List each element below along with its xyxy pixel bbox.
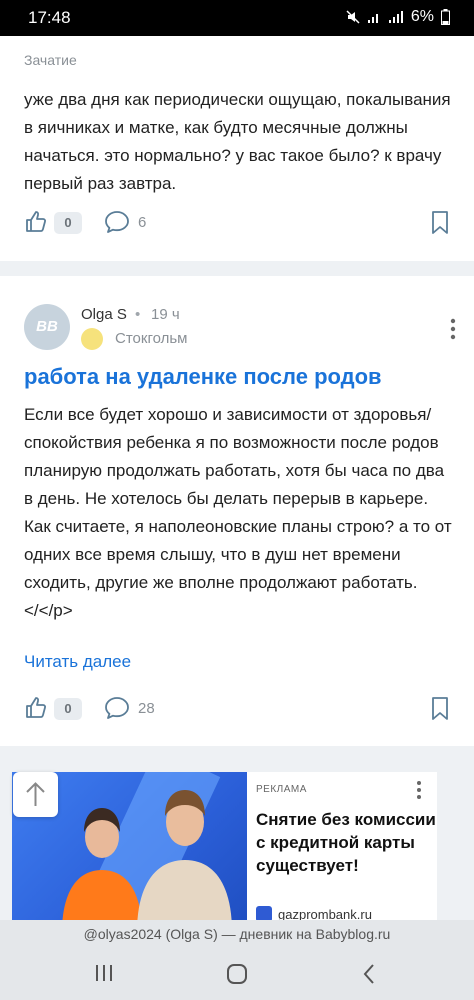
post-title[interactable]: работа на удаленке после родов xyxy=(24,364,382,390)
back-icon[interactable] xyxy=(362,963,376,985)
post-card: Зачатие уже два дня как периодически ощу… xyxy=(0,36,474,261)
home-icon[interactable] xyxy=(226,963,248,985)
arrow-up-icon xyxy=(26,782,45,806)
ad-banner[interactable]: РЕКЛАМА Снятие без комиссии с кредитной … xyxy=(12,772,437,932)
status-icons: 6% xyxy=(346,8,450,26)
signal-icon xyxy=(388,11,403,23)
separator-dot: • xyxy=(135,306,141,323)
like-icon[interactable] xyxy=(24,696,48,720)
comment-count[interactable]: 6 xyxy=(138,214,146,231)
like-count[interactable]: 0 xyxy=(54,212,82,234)
recent-apps-icon[interactable] xyxy=(94,964,114,982)
battery-icon xyxy=(441,9,450,25)
author-name[interactable]: Olga S xyxy=(81,306,127,323)
ad-person-woman xyxy=(62,808,142,932)
system-nav-bar xyxy=(0,948,474,1000)
comment-count[interactable]: 28 xyxy=(138,700,155,717)
user-badge-icon xyxy=(81,328,103,350)
bookmark-icon[interactable] xyxy=(430,696,450,722)
like-count[interactable]: 0 xyxy=(54,698,82,720)
bookmark-icon[interactable] xyxy=(430,210,450,236)
ad-headline[interactable]: Снятие без комиссии с кредитной карты су… xyxy=(256,808,436,877)
comment-icon[interactable] xyxy=(104,696,130,720)
like-icon[interactable] xyxy=(24,210,48,234)
footer: @olyas2024 (Olga S) — дневник на Babyblo… xyxy=(0,920,474,948)
status-bar: 17:48 6% xyxy=(0,0,474,36)
scroll-to-top-button[interactable] xyxy=(13,772,58,817)
battery-percent: 6% xyxy=(410,8,434,25)
more-options-icon[interactable] xyxy=(450,318,456,340)
signal-icon xyxy=(367,14,378,23)
post-text: уже два дня как периодически ощущаю, пок… xyxy=(24,90,451,193)
post-text: Если все будет хорошо и зависимости от з… xyxy=(24,405,452,620)
post-category[interactable]: Зачатие xyxy=(24,52,77,68)
post-card: BB Olga S • 19 ч Стокгольм работа на уда… xyxy=(0,276,474,746)
read-more-link[interactable]: Читать далее xyxy=(24,652,131,672)
clock: 17:48 xyxy=(28,8,71,27)
post-actions: 0 6 xyxy=(24,210,454,238)
post-time: 19 ч xyxy=(151,306,180,323)
avatar[interactable]: BB xyxy=(24,304,70,350)
post-actions: 0 28 xyxy=(24,696,454,724)
ad-person-man xyxy=(137,790,232,932)
author-city: Стокгольм xyxy=(115,330,188,347)
ad-more-icon[interactable] xyxy=(416,780,422,800)
comment-icon[interactable] xyxy=(104,210,130,234)
ad-label: РЕКЛАМА xyxy=(256,784,307,795)
mute-icon xyxy=(346,10,360,24)
